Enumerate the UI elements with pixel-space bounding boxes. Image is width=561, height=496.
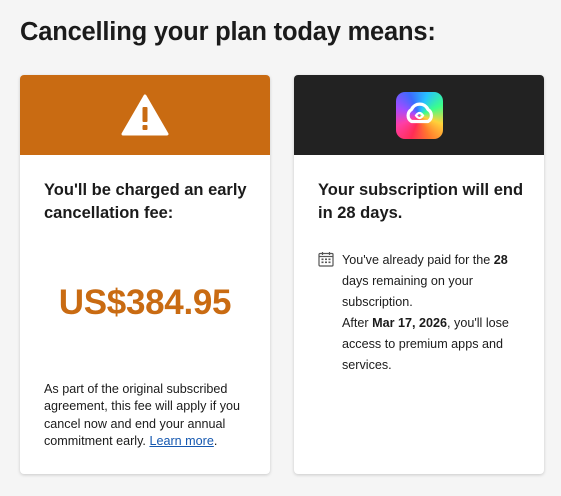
days-remaining-value: 28 — [493, 253, 508, 267]
calendar-icon — [318, 251, 334, 267]
creative-cloud-icon — [395, 91, 443, 139]
page-title: Cancelling your plan today means: — [20, 18, 436, 46]
info-part-3: After — [342, 316, 373, 330]
fee-card-header — [20, 75, 270, 155]
subscription-info-text: You've already paid for the 28 days rema… — [342, 250, 528, 376]
subscription-card-heading: Your subscription will end in 28 days. — [318, 181, 524, 222]
info-part-2: days remaining on your subscription. — [342, 274, 473, 309]
subscription-card-header — [294, 75, 544, 155]
info-part-1: You've already paid for the — [342, 253, 494, 267]
fee-note-end: . — [213, 434, 218, 449]
cancellation-fee-card: You'll be charged an early cancellation … — [20, 75, 270, 474]
learn-more-link[interactable]: Learn more — [149, 434, 213, 448]
end-date-value: Mar 17, 2026 — [372, 316, 448, 330]
fee-card-heading: You'll be charged an early cancellation … — [44, 181, 247, 222]
subscription-end-card: Your subscription will end in 28 days. Y… — [294, 75, 544, 474]
warning-icon — [121, 94, 169, 136]
fee-amount: US$384.95 — [58, 283, 232, 322]
fee-note: As part of the original subscribed agree… — [44, 381, 256, 451]
